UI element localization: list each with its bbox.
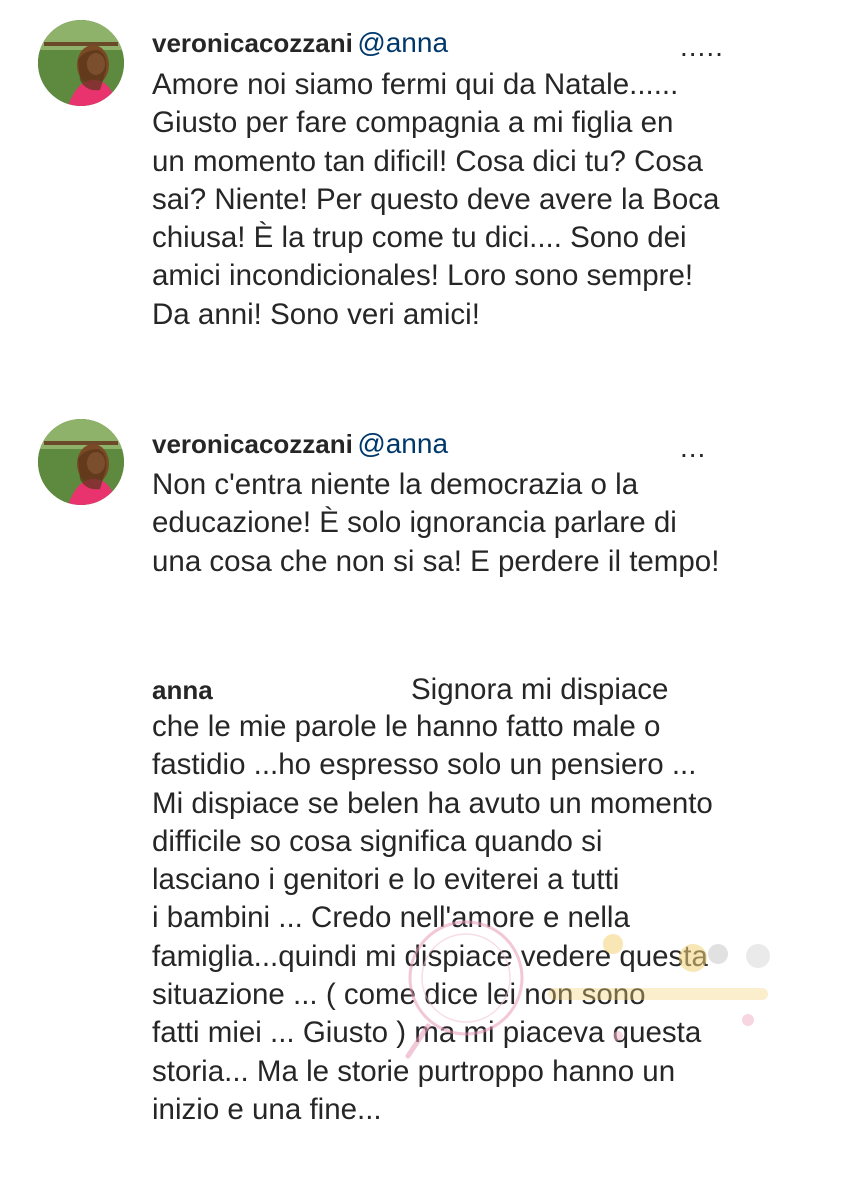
username[interactable]: veronicacozzani <box>152 28 353 58</box>
avatar[interactable] <box>38 419 124 505</box>
username[interactable]: veronicacozzani <box>152 429 353 459</box>
more-options-icon[interactable]: ..... <box>680 31 724 63</box>
comment-text: che le mie parole le hanno fatto male o … <box>152 710 713 1126</box>
profile-photo-icon <box>38 419 124 505</box>
comment-header: anna Signora mi dispiace <box>152 670 832 710</box>
username[interactable]: anna <box>152 675 213 705</box>
mention-link[interactable]: @anna <box>357 428 448 459</box>
comment-header: veronicacozzani @anna <box>152 424 448 464</box>
more-options-icon[interactable]: ... <box>680 432 706 464</box>
mention-link[interactable]: @anna <box>357 27 448 58</box>
profile-photo-icon <box>38 20 124 106</box>
avatar[interactable] <box>38 20 124 106</box>
comment-text: Non c'entra niente la democrazia o la ed… <box>152 468 720 578</box>
comment-text: Amore noi siamo fermi qui da Natale.....… <box>152 68 720 331</box>
comment-header: veronicacozzani @anna <box>152 23 448 63</box>
comment-first-line: Signora mi dispiace <box>411 673 669 706</box>
